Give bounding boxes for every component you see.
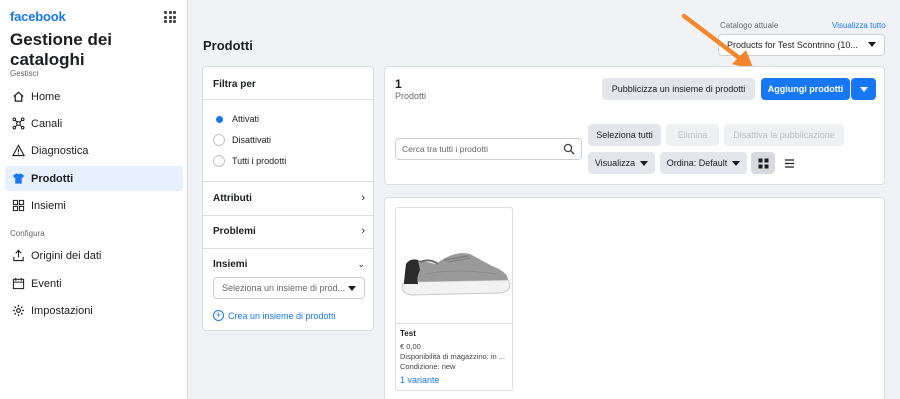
search-icon xyxy=(563,143,575,155)
section-attributes[interactable]: Attributi › xyxy=(213,192,365,204)
chevron-right-icon: › xyxy=(361,225,365,237)
radio-selected-icon xyxy=(213,113,225,125)
sidebar-item-data-sources[interactable]: Origini dei dati xyxy=(5,243,183,268)
calendar-icon xyxy=(11,277,25,291)
home-icon xyxy=(11,90,25,104)
add-products-dropdown-button[interactable] xyxy=(851,78,876,100)
product-condition: Condizione: new xyxy=(400,362,456,371)
divider xyxy=(203,248,373,249)
grid-view-toggle[interactable] xyxy=(751,152,775,174)
shirt-icon xyxy=(11,172,25,186)
radio-activated[interactable]: Attivati xyxy=(213,113,259,125)
divider xyxy=(203,99,373,100)
view-all-catalogs-link[interactable]: Visualizza tutto xyxy=(832,21,886,30)
section-label-configure: Configura xyxy=(10,229,45,238)
product-variants-link[interactable]: 1 variante xyxy=(400,375,440,385)
sneaker-image-icon xyxy=(401,253,511,296)
delete-button[interactable]: Elimina xyxy=(666,124,719,146)
divider xyxy=(203,181,373,182)
select-all-button[interactable]: Seleziona tutti xyxy=(588,124,661,146)
chevron-right-icon: › xyxy=(361,192,365,204)
divider xyxy=(203,215,373,216)
chevron-down-icon: ⌄ xyxy=(357,259,365,269)
section-sets[interactable]: Insiemi ⌄ xyxy=(213,259,365,270)
product-image xyxy=(396,208,512,324)
grid-view-icon xyxy=(758,158,768,168)
plus-circle-icon: + xyxy=(213,310,224,321)
chevron-down-icon xyxy=(732,160,741,166)
radio-empty-icon xyxy=(213,134,225,146)
list-view-icon xyxy=(784,158,794,168)
product-count: 1 xyxy=(395,77,402,91)
radio-all-products[interactable]: Tutti i prodotti xyxy=(213,155,286,167)
sidebar-item-events[interactable]: Eventi xyxy=(5,271,183,296)
warning-icon xyxy=(11,144,25,158)
product-count-label: Prodotti xyxy=(395,91,427,101)
filter-panel: Filtra per Attivati Disattivati Tutti i … xyxy=(202,66,374,331)
channels-icon xyxy=(11,117,25,131)
products-toolbar-panel: 1 Prodotti Pubblicizza un insieme di pro… xyxy=(384,66,885,185)
sort-dropdown[interactable]: Ordina: Default xyxy=(660,152,747,174)
sidebar: facebook Gestione dei cataloghi Gestisci… xyxy=(0,0,188,399)
product-name: Test xyxy=(400,329,416,338)
create-set-link[interactable]: + Crea un insieme di prodotti xyxy=(213,310,336,321)
unpublish-button[interactable]: Disattiva la pubblicazione xyxy=(724,124,844,146)
section-problems[interactable]: Problemi › xyxy=(213,225,365,237)
product-availability: Disponibilità di magazzino: in ... xyxy=(400,352,506,361)
add-products-button[interactable]: Aggiungi prodotti xyxy=(761,78,850,100)
product-grid-panel: Test € 0,00 Disponibilità di magazzino: … xyxy=(384,197,885,399)
radio-empty-icon xyxy=(213,155,225,167)
chevron-down-icon xyxy=(348,286,356,291)
sidebar-item-sets[interactable]: Insiemi xyxy=(5,193,183,218)
section-label-manage: Gestisci xyxy=(10,69,39,78)
sidebar-item-settings[interactable]: Impostazioni xyxy=(5,298,183,323)
product-card[interactable]: Test € 0,00 Disponibilità di magazzino: … xyxy=(395,207,513,391)
search-input[interactable]: Cerca tra tutti i prodotti xyxy=(395,138,582,160)
chevron-down-icon xyxy=(859,86,868,92)
facebook-logo[interactable]: facebook xyxy=(10,9,66,24)
publish-set-button[interactable]: Pubblicizza un insieme di prodotti xyxy=(602,78,755,100)
page-title: Prodotti xyxy=(203,38,253,53)
view-dropdown[interactable]: Visualizza xyxy=(588,152,655,174)
filter-title: Filtra per xyxy=(213,79,256,90)
sidebar-item-products[interactable]: Prodotti xyxy=(5,166,183,191)
list-view-toggle[interactable] xyxy=(777,152,801,174)
radio-deactivated[interactable]: Disattivati xyxy=(213,134,271,146)
sets-icon xyxy=(11,199,25,213)
upload-icon xyxy=(11,249,25,263)
chevron-down-icon xyxy=(640,160,649,166)
set-select[interactable]: Seleziona un insieme di prod... xyxy=(213,277,365,299)
apps-grid-icon[interactable] xyxy=(164,11,176,23)
sidebar-item-channels[interactable]: Canali xyxy=(5,111,183,136)
gear-icon xyxy=(11,304,25,318)
sidebar-item-diagnostics[interactable]: Diagnostica xyxy=(5,138,183,163)
product-price: € 0,00 xyxy=(400,342,421,351)
app-title: Gestione dei cataloghi xyxy=(10,30,113,69)
sidebar-item-home[interactable]: Home xyxy=(5,84,183,109)
chevron-down-icon xyxy=(868,42,876,47)
